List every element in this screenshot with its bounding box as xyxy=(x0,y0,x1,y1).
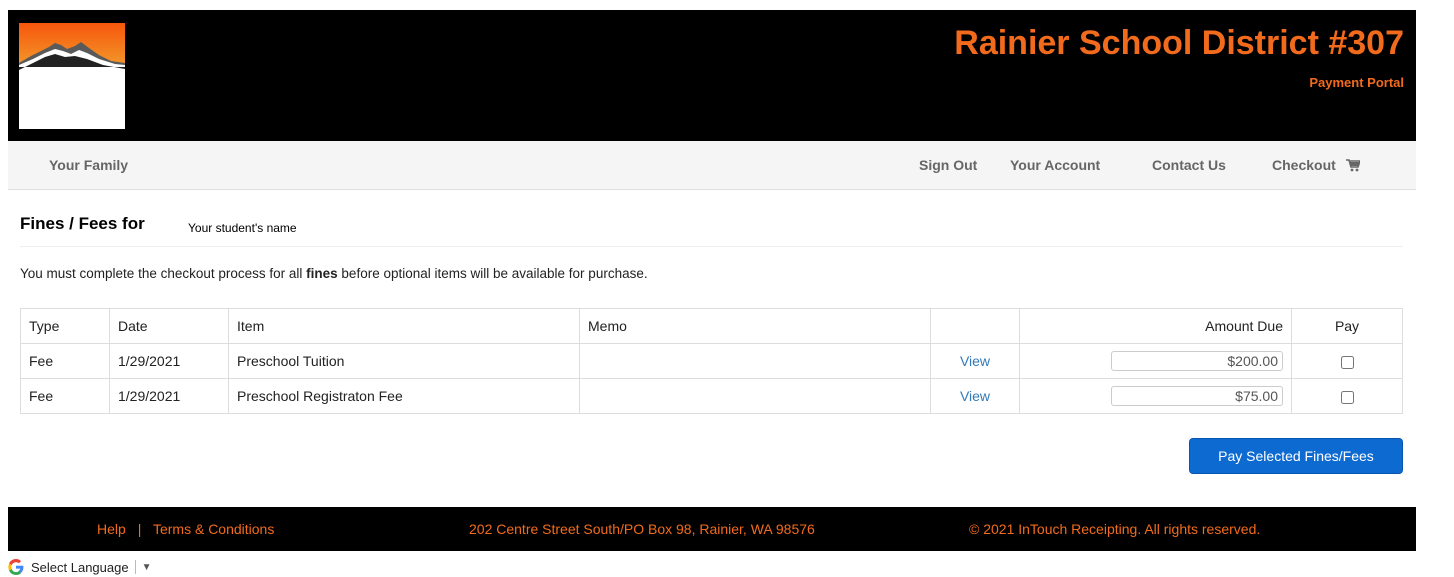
nav-checkout[interactable]: Checkout xyxy=(1272,157,1360,173)
notice-text-end: before optional items will be available … xyxy=(337,266,648,281)
cell-item: Preschool Tuition xyxy=(228,343,580,379)
footer-links: Help | Terms & Conditions xyxy=(97,521,274,537)
notice-text-bold: fines xyxy=(306,266,338,281)
pay-checkbox[interactable] xyxy=(1340,390,1354,404)
col-pay: Pay xyxy=(1291,308,1403,344)
nav-sign-out[interactable]: Sign Out xyxy=(919,157,977,173)
col-view xyxy=(930,308,1020,344)
cell-type: Fee xyxy=(20,343,110,379)
cell-view: View xyxy=(930,378,1020,414)
notice-text-start: You must complete the checkout process f… xyxy=(20,266,307,281)
footer-copyright: © 2021 InTouch Receipting. All rights re… xyxy=(969,521,1261,537)
cell-date: 1/29/2021 xyxy=(109,378,229,414)
cart-icon xyxy=(1345,159,1360,172)
col-date: Date xyxy=(109,308,229,344)
student-name: Your student's name xyxy=(188,221,297,235)
fees-table: Type Date Item Memo Amount Due Pay Fee 1… xyxy=(20,308,1403,414)
site-footer: Help | Terms & Conditions 202 Centre Str… xyxy=(8,507,1416,551)
nav-your-account[interactable]: Your Account xyxy=(1010,157,1100,173)
pay-checkbox[interactable] xyxy=(1340,355,1354,369)
site-title: Rainier School District #307 xyxy=(954,24,1404,62)
table-row: Fee 1/29/2021 Preschool Registraton Fee … xyxy=(20,378,1403,414)
col-type: Type xyxy=(20,308,110,344)
language-label: Select Language xyxy=(31,559,129,575)
cell-date: 1/29/2021 xyxy=(109,343,229,379)
nav-your-family[interactable]: Your Family xyxy=(49,157,128,173)
site-header: Rainier School District #307 Payment Por… xyxy=(8,10,1416,141)
site-subtitle: Payment Portal xyxy=(1309,75,1404,90)
cell-memo xyxy=(579,378,931,414)
view-link[interactable]: View xyxy=(960,388,990,404)
nav-checkout-label: Checkout xyxy=(1272,157,1336,173)
page: Rainier School District #307 Payment Por… xyxy=(8,10,1416,551)
footer-terms-link[interactable]: Terms & Conditions xyxy=(153,521,274,537)
amount-due-input[interactable] xyxy=(1111,351,1283,371)
main-nav: Your Family Sign Out Your Account Contac… xyxy=(8,141,1416,190)
cell-pay xyxy=(1291,378,1403,414)
cell-memo xyxy=(579,343,931,379)
view-link[interactable]: View xyxy=(960,353,990,369)
footer-help-link[interactable]: Help xyxy=(97,521,126,537)
col-memo: Memo xyxy=(579,308,931,344)
pay-selected-button[interactable]: Pay Selected Fines/Fees xyxy=(1189,438,1403,474)
mountain-logo-icon xyxy=(19,23,125,129)
cell-pay xyxy=(1291,343,1403,379)
title-divider xyxy=(20,246,1403,247)
chevron-down-icon: ▼ xyxy=(141,561,152,573)
language-divider xyxy=(134,560,136,574)
col-item: Item xyxy=(228,308,580,344)
cell-view: View xyxy=(930,343,1020,379)
page-title: Fines / Fees for xyxy=(20,214,145,233)
cell-type: Fee xyxy=(20,378,110,414)
google-g-icon xyxy=(8,559,24,575)
cell-amount xyxy=(1019,378,1292,414)
amount-due-input[interactable] xyxy=(1111,386,1283,406)
table-header-row: Type Date Item Memo Amount Due Pay xyxy=(20,308,1403,344)
col-amount-due: Amount Due xyxy=(1019,308,1292,344)
cell-item: Preschool Registraton Fee xyxy=(228,378,580,414)
cell-amount xyxy=(1019,343,1292,379)
table-row: Fee 1/29/2021 Preschool Tuition View xyxy=(20,343,1403,379)
footer-separator: | xyxy=(137,521,142,537)
language-selector[interactable]: Select Language ▼ xyxy=(8,557,152,577)
footer-address: 202 Centre Street South/PO Box 98, Raini… xyxy=(469,521,815,537)
nav-contact-us[interactable]: Contact Us xyxy=(1152,157,1226,173)
checkout-notice: You must complete the checkout process f… xyxy=(20,266,648,281)
